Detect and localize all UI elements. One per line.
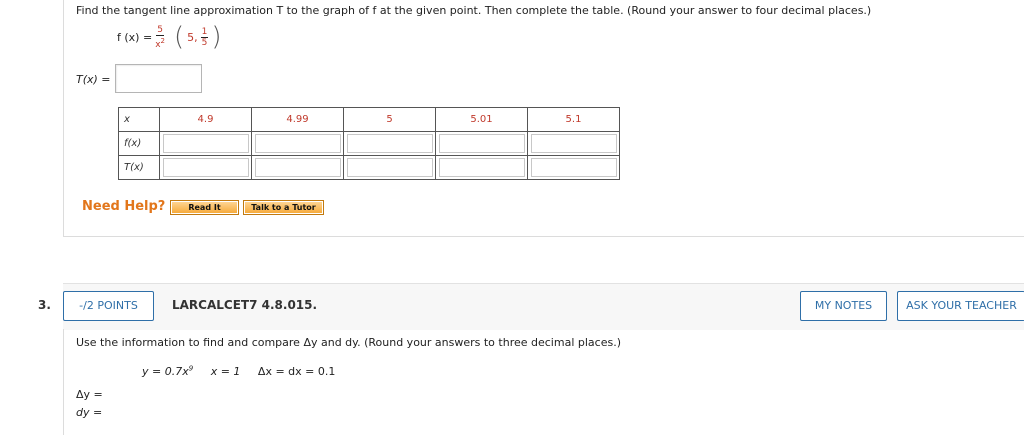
ask-your-teacher-button[interactable]: ASK YOUR TEACHER bbox=[897, 291, 1024, 321]
tx-input[interactable] bbox=[438, 158, 525, 177]
fx-cell bbox=[343, 131, 436, 156]
question-2-panel-border bbox=[63, 329, 64, 435]
fx-input[interactable] bbox=[254, 134, 341, 153]
point-open-paren: ( bbox=[173, 22, 185, 52]
talk-to-tutor-button[interactable]: Talk to a Tutor bbox=[243, 200, 324, 215]
equation-dx: Δx = dx = 0.1 bbox=[257, 364, 336, 378]
function-numerator: 5 bbox=[156, 24, 164, 36]
fx-input[interactable] bbox=[530, 134, 617, 153]
dy-label: dy = bbox=[76, 406, 103, 419]
function-denominator: x2 bbox=[155, 36, 165, 50]
point-fraction: 1 5 bbox=[200, 26, 209, 48]
read-it-button[interactable]: Read It bbox=[170, 200, 239, 215]
tx-input[interactable] bbox=[162, 158, 249, 177]
equation-line: y = 0.7x9 x = 1 Δx = dx = 0.1 bbox=[142, 364, 335, 378]
x-value-cell: 4.99 bbox=[251, 107, 344, 132]
tx-answer-input[interactable] bbox=[115, 64, 202, 93]
fx-input[interactable] bbox=[346, 134, 433, 153]
approximation-table: x 4.9 4.99 5 5.01 5.1 f(x) T(x) bbox=[118, 107, 620, 180]
x-value-cell: 5.01 bbox=[435, 107, 528, 132]
function-fraction: 5 x2 bbox=[155, 25, 165, 50]
tx-cell bbox=[527, 155, 620, 180]
function-lhs: f (x) = bbox=[117, 30, 153, 44]
question-2-instruction: Use the information to find and compare … bbox=[76, 336, 621, 349]
row-header-fx: f(x) bbox=[118, 131, 160, 156]
table-row-tx: T(x) bbox=[118, 155, 620, 180]
question-number: 3. bbox=[38, 298, 51, 312]
question-1-instruction: Find the tangent line approximation T to… bbox=[76, 4, 872, 17]
fx-cell bbox=[435, 131, 528, 156]
tx-input[interactable] bbox=[254, 158, 341, 177]
my-notes-button[interactable]: MY NOTES bbox=[800, 291, 887, 321]
fx-input[interactable] bbox=[438, 134, 525, 153]
table-row-fx: f(x) bbox=[118, 131, 620, 156]
table-row-x: x 4.9 4.99 5 5.01 5.1 bbox=[118, 107, 620, 132]
equation-x: x = 1 bbox=[210, 364, 241, 378]
tx-input[interactable] bbox=[346, 158, 433, 177]
function-definition: f (x) = 5 x2 ( 5, 1 5 ) bbox=[117, 24, 222, 50]
x-value-cell: 4.9 bbox=[159, 107, 252, 132]
tx-cell bbox=[343, 155, 436, 180]
row-header-tx: T(x) bbox=[118, 155, 160, 180]
row-header-x: x bbox=[118, 107, 160, 132]
point-close-paren: ) bbox=[211, 22, 222, 52]
point-x: 5, bbox=[187, 30, 198, 44]
delta-y-label: Δy = bbox=[76, 388, 103, 401]
need-help-label: Need Help? bbox=[82, 199, 166, 214]
x-value-cell: 5.1 bbox=[527, 107, 620, 132]
tx-input[interactable] bbox=[530, 158, 617, 177]
fx-cell bbox=[251, 131, 344, 156]
tx-cell bbox=[435, 155, 528, 180]
tx-label: T(x) = bbox=[76, 73, 111, 86]
fx-input[interactable] bbox=[162, 134, 249, 153]
points-button[interactable]: -/2 POINTS bbox=[63, 291, 154, 321]
equation-y: y = 0.7x9 bbox=[142, 364, 194, 378]
x-value-cell: 5 bbox=[343, 107, 436, 132]
fx-cell bbox=[527, 131, 620, 156]
point-denominator: 5 bbox=[201, 37, 208, 48]
point-numerator: 1 bbox=[200, 26, 209, 38]
fx-cell bbox=[159, 131, 252, 156]
tx-cell bbox=[159, 155, 252, 180]
tx-cell bbox=[251, 155, 344, 180]
question-2-title: LARCALCET7 4.8.015. bbox=[172, 298, 318, 312]
